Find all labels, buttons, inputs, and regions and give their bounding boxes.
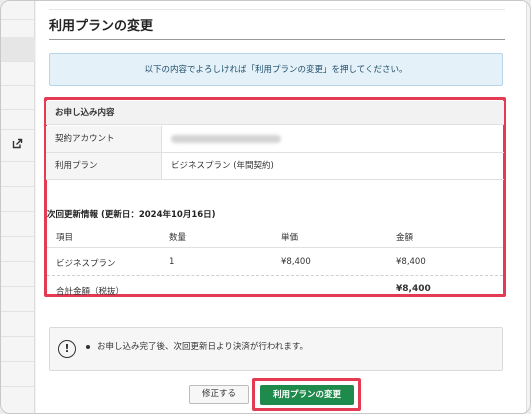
table-divider [47,275,503,276]
nav-divider [1,261,35,262]
account-value [171,126,281,153]
plan-value: ビジネスプラン (年間契約) [171,161,274,171]
plan-label: 利用プラン [46,153,162,179]
table-divider [47,247,503,248]
title-divider [49,39,505,40]
scrollbar[interactable] [526,1,530,413]
col-header-item: 項目 [56,233,74,243]
nav-divider [1,161,35,162]
account-row: 契約アカウント [46,126,504,153]
side-navigation [1,1,35,413]
total-label: 合計金額（税抜） [56,287,125,297]
nav-divider [1,236,35,237]
nav-divider [1,186,35,187]
plan-row: 利用プラン ビジネスプラン (年間契約) [46,153,504,180]
nav-divider [1,19,35,20]
bullet-icon [86,345,90,349]
row-qty: 1 [169,257,175,267]
nav-divider [1,361,35,362]
col-header-unit-price: 単価 [281,233,299,243]
redacted-account [171,134,281,143]
fix-button[interactable]: 修正する [189,385,249,404]
nav-divider [1,129,35,130]
col-header-qty: 数量 [169,233,187,243]
nav-divider [1,286,35,287]
nav-divider [1,85,35,86]
nav-item-active[interactable] [1,37,35,61]
row-amount: ¥8,400 [396,257,426,267]
nav-divider [1,109,35,110]
row-item: ビジネスプラン [56,259,116,269]
account-label: 契約アカウント [46,126,162,152]
info-message: 以下の内容でよろしければ「利用プランの変更」を押してください。 [49,53,503,86]
row-unit-price: ¥8,400 [281,257,311,267]
exclamation-icon: ! [58,340,76,358]
notice-text: お申し込み完了後、次回更新日より決済が行われます。 [97,342,309,352]
change-plan-button[interactable]: 利用プランの変更 [260,385,354,405]
application-section-title: お申し込み内容 [46,101,504,125]
external-link-icon[interactable] [12,138,23,149]
total-value: ¥8,400 [396,284,431,294]
nav-divider [1,336,35,337]
renewal-title: 次回更新情報 (更新日：2024年10月16日) [47,210,216,220]
main-content: 利用プランの変更 以下の内容でよろしければ「利用プランの変更」を押してください。… [36,1,526,413]
page-title: 利用プランの変更 [49,19,154,34]
nav-divider [1,311,35,312]
col-header-amount: 金額 [396,233,414,243]
window-frame: 利用プランの変更 以下の内容でよろしければ「利用プランの変更」を押してください。… [0,0,531,414]
nav-divider [1,211,35,212]
nav-divider [1,386,35,387]
nav-divider [1,61,35,62]
notice-box: ! お申し込み完了後、次回更新日より決済が行われます。 [49,327,503,371]
divider [49,9,505,10]
